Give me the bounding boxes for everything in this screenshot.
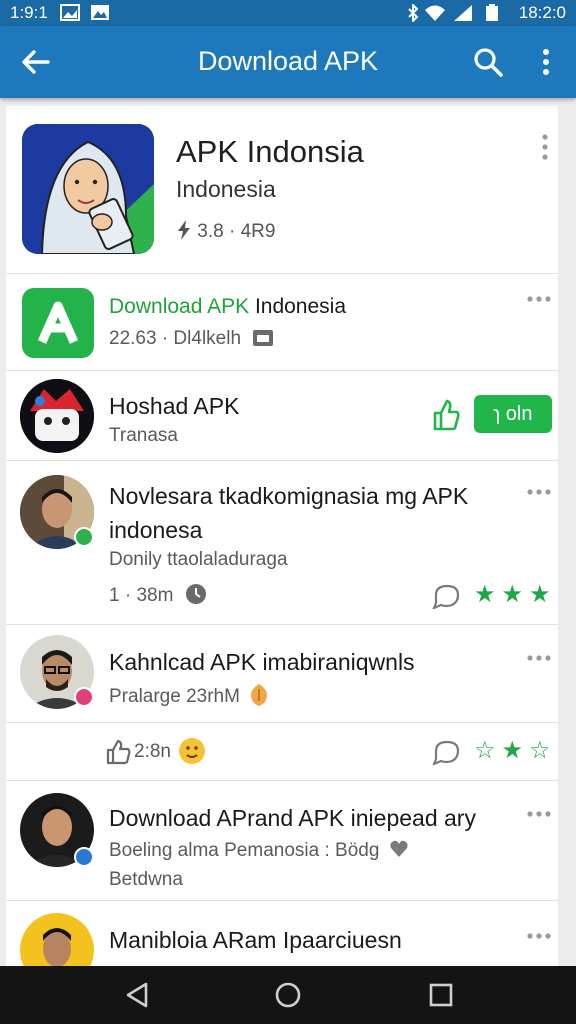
action-row: 2:8n ☆ ★ ☆ xyxy=(6,723,558,781)
row-title: Manibloia ARam Ipaarciuesn xyxy=(109,927,402,953)
avatar xyxy=(20,379,94,453)
install-button[interactable]: ɿ oln xyxy=(474,395,552,433)
star-icon: ☆ xyxy=(529,737,551,764)
comment-icon[interactable] xyxy=(432,739,460,765)
app-subtitle: Indonesia xyxy=(176,176,276,202)
heart-icon xyxy=(390,840,408,857)
row-title: Download APrand APK iniepead ary xyxy=(109,805,476,831)
star-icon: ★ xyxy=(474,581,496,608)
app-meta: 3.8 · 4R9 xyxy=(176,220,275,243)
list-item[interactable]: Kahnlcad APK imabiraniqwnls Pralarge 23r… xyxy=(6,625,558,723)
more-horiz-icon[interactable] xyxy=(526,807,552,821)
wifi-icon xyxy=(425,5,445,21)
row-meta: 1 · 38m xyxy=(109,583,207,607)
app-icon-image[interactable] xyxy=(22,124,154,254)
clock-icon xyxy=(185,584,206,604)
row-title: Novlesara tkadkomignasia mg APK indonesa xyxy=(109,483,469,543)
thumbs-up-icon[interactable] xyxy=(432,399,460,431)
mountain-icon xyxy=(91,5,109,20)
row-title-rest: Indonesia xyxy=(254,295,347,318)
more-vert-icon[interactable] xyxy=(532,44,560,80)
rating-stars: ☆ ★ ☆ xyxy=(474,739,551,763)
list-item[interactable]: Hoshad APK Tranasa ɿ oln xyxy=(6,371,558,461)
row-meta-text: 1 · 38m xyxy=(109,585,174,606)
row-subtitle: Boeling alma Pemanosia : Bödg xyxy=(109,839,409,862)
status-time-right: 18:2:0 xyxy=(518,3,566,22)
row-subtitle: Pralarge 23rhM xyxy=(109,683,269,708)
row-subtitle-secondary: Betdwna xyxy=(109,869,183,890)
verified-badge-icon xyxy=(74,847,94,867)
back-nav-icon[interactable] xyxy=(122,980,152,1010)
rating-stars: ★ ★ ★ xyxy=(474,583,551,607)
row-subtitle-text: 22.63 · Dl4lkelh xyxy=(109,328,242,349)
more-horiz-icon[interactable] xyxy=(526,292,552,306)
row-subtitle-text: Boeling alma Pemanosia : Bödg xyxy=(109,840,380,861)
star-icon: ★ xyxy=(501,737,524,764)
system-nav-bar xyxy=(0,966,576,1024)
bluetooth-icon xyxy=(408,4,419,22)
row-title: Hoshad APK xyxy=(109,393,240,419)
apk-logo-icon xyxy=(22,288,94,358)
status-badge-icon xyxy=(74,687,94,707)
list-item[interactable]: Manibloia ARam Ipaarciuesn xyxy=(6,901,558,966)
star-icon: ★ xyxy=(501,581,524,608)
list-item[interactable]: Novlesara tkadkomignasia mg APK indonesa… xyxy=(6,461,558,625)
comment-icon[interactable] xyxy=(432,583,460,609)
app-header: APK Indonsia Indonesia 3.8 · 4R9 xyxy=(6,106,558,274)
more-vert-icon[interactable] xyxy=(536,132,554,162)
row-subtitle: Tranasa xyxy=(109,425,178,446)
app-title: APK Indonsia xyxy=(176,134,364,169)
bolt-icon xyxy=(178,220,190,240)
row-title: Kahnlcad APK imabiraniqwnls xyxy=(109,649,415,675)
row-subtitle: Donily ttaolaladuraga xyxy=(109,549,288,570)
battery-icon xyxy=(486,4,498,21)
status-time-left: 1:9:1 xyxy=(10,3,48,22)
app-meta-text: 3.8 · 4R9 xyxy=(197,221,276,242)
star-icon: ★ xyxy=(529,581,551,608)
app-bar: Download APK xyxy=(0,26,576,98)
recents-nav-icon[interactable] xyxy=(426,980,456,1010)
content-card: APK Indonsia Indonesia 3.8 · 4R9 Downloa… xyxy=(6,106,558,966)
media-icon xyxy=(253,330,274,346)
row-subtitle-text: Pralarge 23rhM xyxy=(109,686,240,707)
list-item[interactable]: Download APrand APK iniepead ary Boeling… xyxy=(6,781,558,901)
row-title: Download APK Indonesia xyxy=(109,290,346,324)
search-icon[interactable] xyxy=(470,44,506,80)
list-item[interactable]: Download APK Indonesia 22.63 · Dl4lkelh xyxy=(6,274,558,371)
star-icon: ☆ xyxy=(474,737,496,764)
more-horiz-icon[interactable] xyxy=(526,485,552,499)
more-horiz-icon[interactable] xyxy=(526,651,552,665)
thumbs-up-icon[interactable] xyxy=(106,739,132,765)
row-subtitle: 22.63 · Dl4lkelh xyxy=(109,328,274,350)
emoji-icon xyxy=(179,738,205,764)
avatar xyxy=(20,913,94,966)
more-horiz-icon[interactable] xyxy=(526,929,552,943)
home-nav-icon[interactable] xyxy=(273,980,303,1010)
row-title-green: Download APK xyxy=(109,295,250,318)
status-bar: 1:9:1 18:2:0 xyxy=(0,0,576,26)
shield-icon xyxy=(251,684,268,706)
signal-icon xyxy=(454,5,472,21)
likes-count: 2:8n xyxy=(134,741,171,762)
image-icon xyxy=(60,4,80,21)
verified-badge-icon xyxy=(74,527,94,547)
